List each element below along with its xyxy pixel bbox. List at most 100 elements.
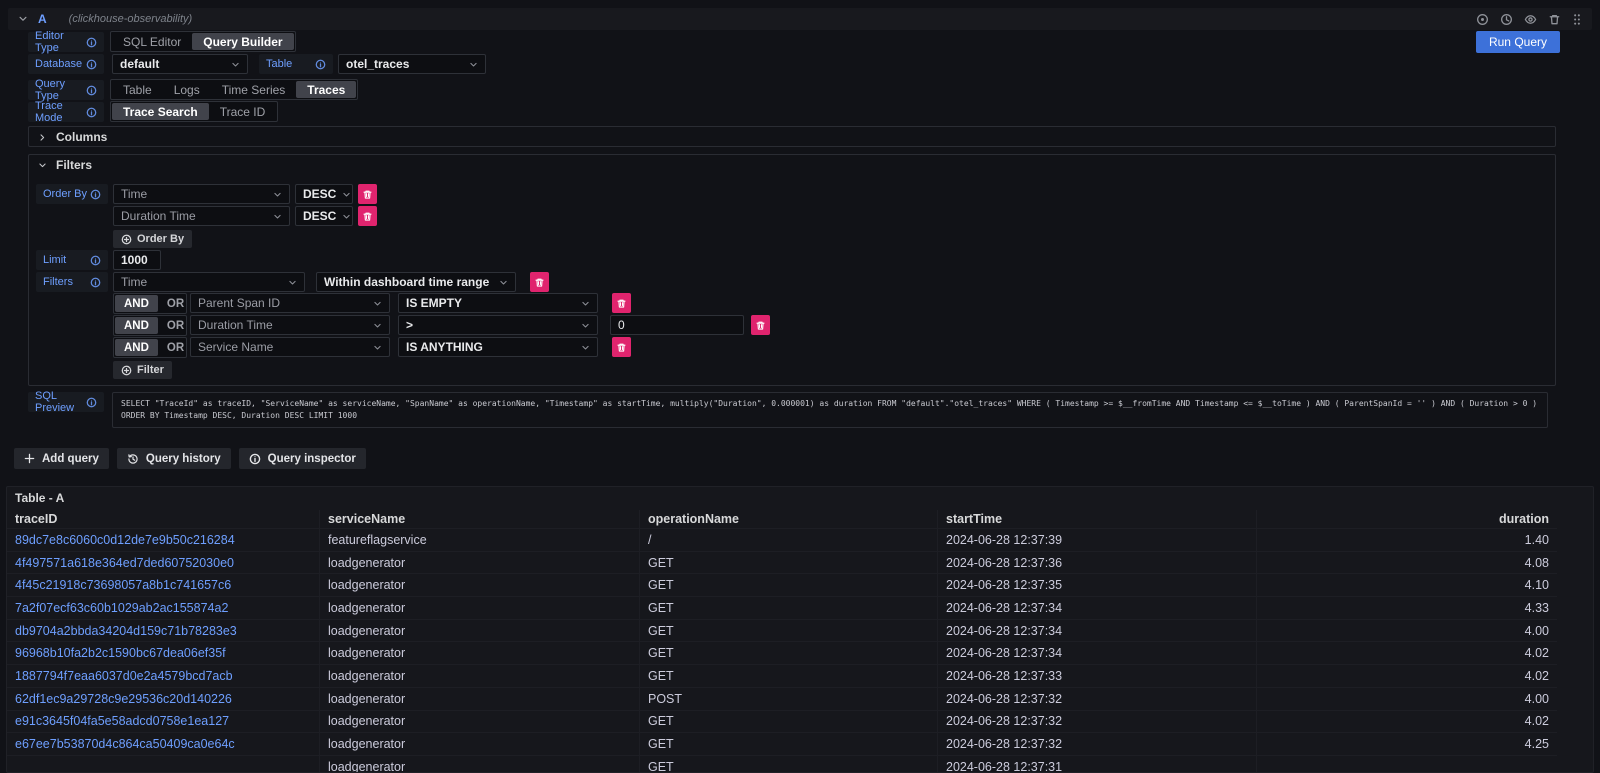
columns-section[interactable] — [28, 126, 1556, 147]
conjunction-or[interactable]: OR — [158, 317, 193, 334]
cell-serviceName: loadgenerator — [319, 552, 639, 574]
editor-type-option-query-builder[interactable]: Query Builder — [192, 33, 293, 50]
query-history-button[interactable]: Query history — [117, 448, 231, 469]
remove-filter-button[interactable] — [612, 293, 631, 313]
eye-icon[interactable] — [1524, 13, 1537, 26]
cell-operationName: GET — [639, 733, 937, 755]
limit-input[interactable] — [113, 250, 161, 270]
add-filter-button[interactable]: Filter — [113, 361, 172, 379]
editor-type-option-sql-editor[interactable]: SQL Editor — [112, 33, 192, 50]
trace-mode-option-trace-id[interactable]: Trace ID — [209, 103, 277, 120]
cell-traceID: 7a2f07ecf63c60b1029ab2ac155874a2 — [7, 597, 319, 619]
record-circle-icon[interactable] — [1476, 13, 1489, 26]
drag-handle-icon[interactable] — [1572, 13, 1582, 26]
trace-mode-option-trace-search[interactable]: Trace Search — [112, 103, 209, 120]
info-icon[interactable] — [86, 85, 97, 96]
chevron-down-icon — [581, 343, 590, 352]
database-label: Database — [28, 54, 104, 74]
filter-operator-select[interactable]: Within dashboard time range — [316, 272, 516, 292]
columns-section-header[interactable]: Columns — [38, 130, 107, 144]
remove-filter-button[interactable] — [530, 272, 549, 292]
trace-link[interactable]: e91c3645f04fa5e58adcd0758e1ea127 — [15, 714, 229, 728]
filter-operator-select[interactable]: IS ANYTHING — [398, 337, 598, 357]
order-by-direction-select[interactable]: DESC — [295, 184, 353, 204]
info-icon[interactable] — [90, 277, 101, 288]
trace-link[interactable]: e67ee7b53870d4c864ca50409ca0e64c — [15, 737, 235, 751]
info-icon[interactable] — [315, 59, 326, 70]
history-icon[interactable] — [1500, 13, 1513, 26]
query-actions-bar: Add query Query history Query inspector — [14, 448, 366, 469]
query-type-option-table[interactable]: Table — [112, 81, 163, 98]
column-header-starttime[interactable]: startTime — [937, 510, 1256, 528]
chevron-down-icon — [469, 60, 478, 69]
cell-traceID: 62df1ec9a29728c9e29536c20d140226 — [7, 688, 319, 710]
cell-operationName: GET — [639, 620, 937, 642]
filters-section-header[interactable]: Filters — [38, 158, 92, 172]
column-header-traceid[interactable]: traceID — [7, 510, 319, 528]
cell-traceID: 4f45c21918c73698057a8b1c741657c6 — [7, 574, 319, 596]
order-by-field-select[interactable]: Duration Time — [113, 206, 290, 226]
info-icon[interactable] — [90, 189, 101, 200]
filter-field-select[interactable]: Time — [113, 272, 305, 292]
remove-order-by-button[interactable] — [358, 184, 377, 204]
cell-operationName: POST — [639, 688, 937, 710]
add-order-by-button[interactable]: Order By — [113, 230, 192, 248]
query-name[interactable]: A — [38, 12, 47, 26]
query-type-option-time-series[interactable]: Time Series — [211, 81, 297, 98]
info-circle-icon — [249, 453, 261, 465]
column-header-operationname[interactable]: operationName — [639, 510, 937, 528]
trace-link[interactable]: 89dc7e8c6060c0d12de7e9b50c216284 — [15, 533, 235, 547]
chevron-down-icon — [273, 212, 282, 221]
cell-duration: 4.25 — [1256, 733, 1557, 755]
cell-operationName: GET — [639, 574, 937, 596]
trash-icon[interactable] — [1548, 13, 1561, 26]
remove-filter-button[interactable] — [612, 337, 631, 357]
info-icon[interactable] — [90, 255, 101, 266]
order-by-field-select[interactable]: Time — [113, 184, 290, 204]
conjunction-or[interactable]: OR — [158, 295, 193, 312]
trace-link[interactable]: 1887794f7eaa6037d0e2a4579bcd7acb — [15, 669, 233, 683]
trace-mode-label: Trace Mode — [28, 102, 104, 122]
info-icon[interactable] — [86, 107, 97, 118]
results-table: traceID serviceName operationName startT… — [7, 510, 1557, 773]
remove-order-by-button[interactable] — [358, 206, 377, 226]
cell-startTime: 2024-06-28 12:37:32 — [937, 711, 1256, 733]
run-query-button[interactable]: Run Query — [1476, 31, 1560, 53]
table-select[interactable]: otel_traces — [338, 54, 486, 74]
trace-link[interactable]: 7a2f07ecf63c60b1029ab2ac155874a2 — [15, 601, 228, 615]
conjunction-and[interactable]: AND — [115, 317, 158, 334]
table-header-row: traceID serviceName operationName startT… — [7, 510, 1557, 529]
add-query-button[interactable]: Add query — [14, 448, 109, 469]
trace-link[interactable]: 4f497571a618e364ed7ded60752030e0 — [15, 556, 234, 570]
query-type-option-logs[interactable]: Logs — [163, 81, 211, 98]
query-row-header[interactable]: A (clickhouse-observability) — [8, 8, 1592, 30]
trace-link[interactable]: 4f45c21918c73698057a8b1c741657c6 — [15, 578, 231, 592]
panel-title[interactable]: Table - A — [15, 491, 64, 505]
column-header-servicename[interactable]: serviceName — [319, 510, 639, 528]
chevron-down-icon[interactable] — [18, 14, 28, 24]
filter-field-select[interactable]: Parent Span ID — [190, 293, 390, 313]
conjunction-and[interactable]: AND — [115, 339, 158, 356]
info-icon[interactable] — [86, 59, 97, 70]
database-select[interactable]: default — [112, 54, 248, 74]
filter-operator-select[interactable]: > — [398, 315, 598, 335]
order-by-direction-select[interactable]: DESC — [295, 206, 353, 226]
trace-link[interactable]: 96968b10fa2b2c1590bc67dea06ef35f — [15, 646, 226, 660]
query-inspector-button[interactable]: Query inspector — [239, 448, 366, 469]
filter-value-input[interactable] — [610, 315, 744, 335]
filter-field-select[interactable]: Duration Time — [190, 315, 390, 335]
info-icon[interactable] — [86, 37, 97, 48]
table-row: 96968b10fa2b2c1590bc67dea06ef35floadgene… — [7, 642, 1557, 665]
conjunction-and[interactable]: AND — [115, 295, 158, 312]
filter-field-select[interactable]: Service Name — [190, 337, 390, 357]
column-header-duration[interactable]: duration — [1256, 510, 1557, 528]
filter-operator-select[interactable]: IS EMPTY — [398, 293, 598, 313]
query-type-option-traces[interactable]: Traces — [296, 81, 356, 98]
table-row: 89dc7e8c6060c0d12de7e9b50c216284featuref… — [7, 529, 1557, 552]
conjunction-or[interactable]: OR — [158, 339, 193, 356]
chevron-right-icon — [38, 133, 47, 142]
remove-filter-button[interactable] — [751, 315, 770, 335]
info-icon[interactable] — [86, 397, 97, 408]
trace-link[interactable]: 62df1ec9a29728c9e29536c20d140226 — [15, 692, 232, 706]
trace-link[interactable]: db9704a2bbda34204d159c71b78283e3 — [15, 624, 237, 638]
